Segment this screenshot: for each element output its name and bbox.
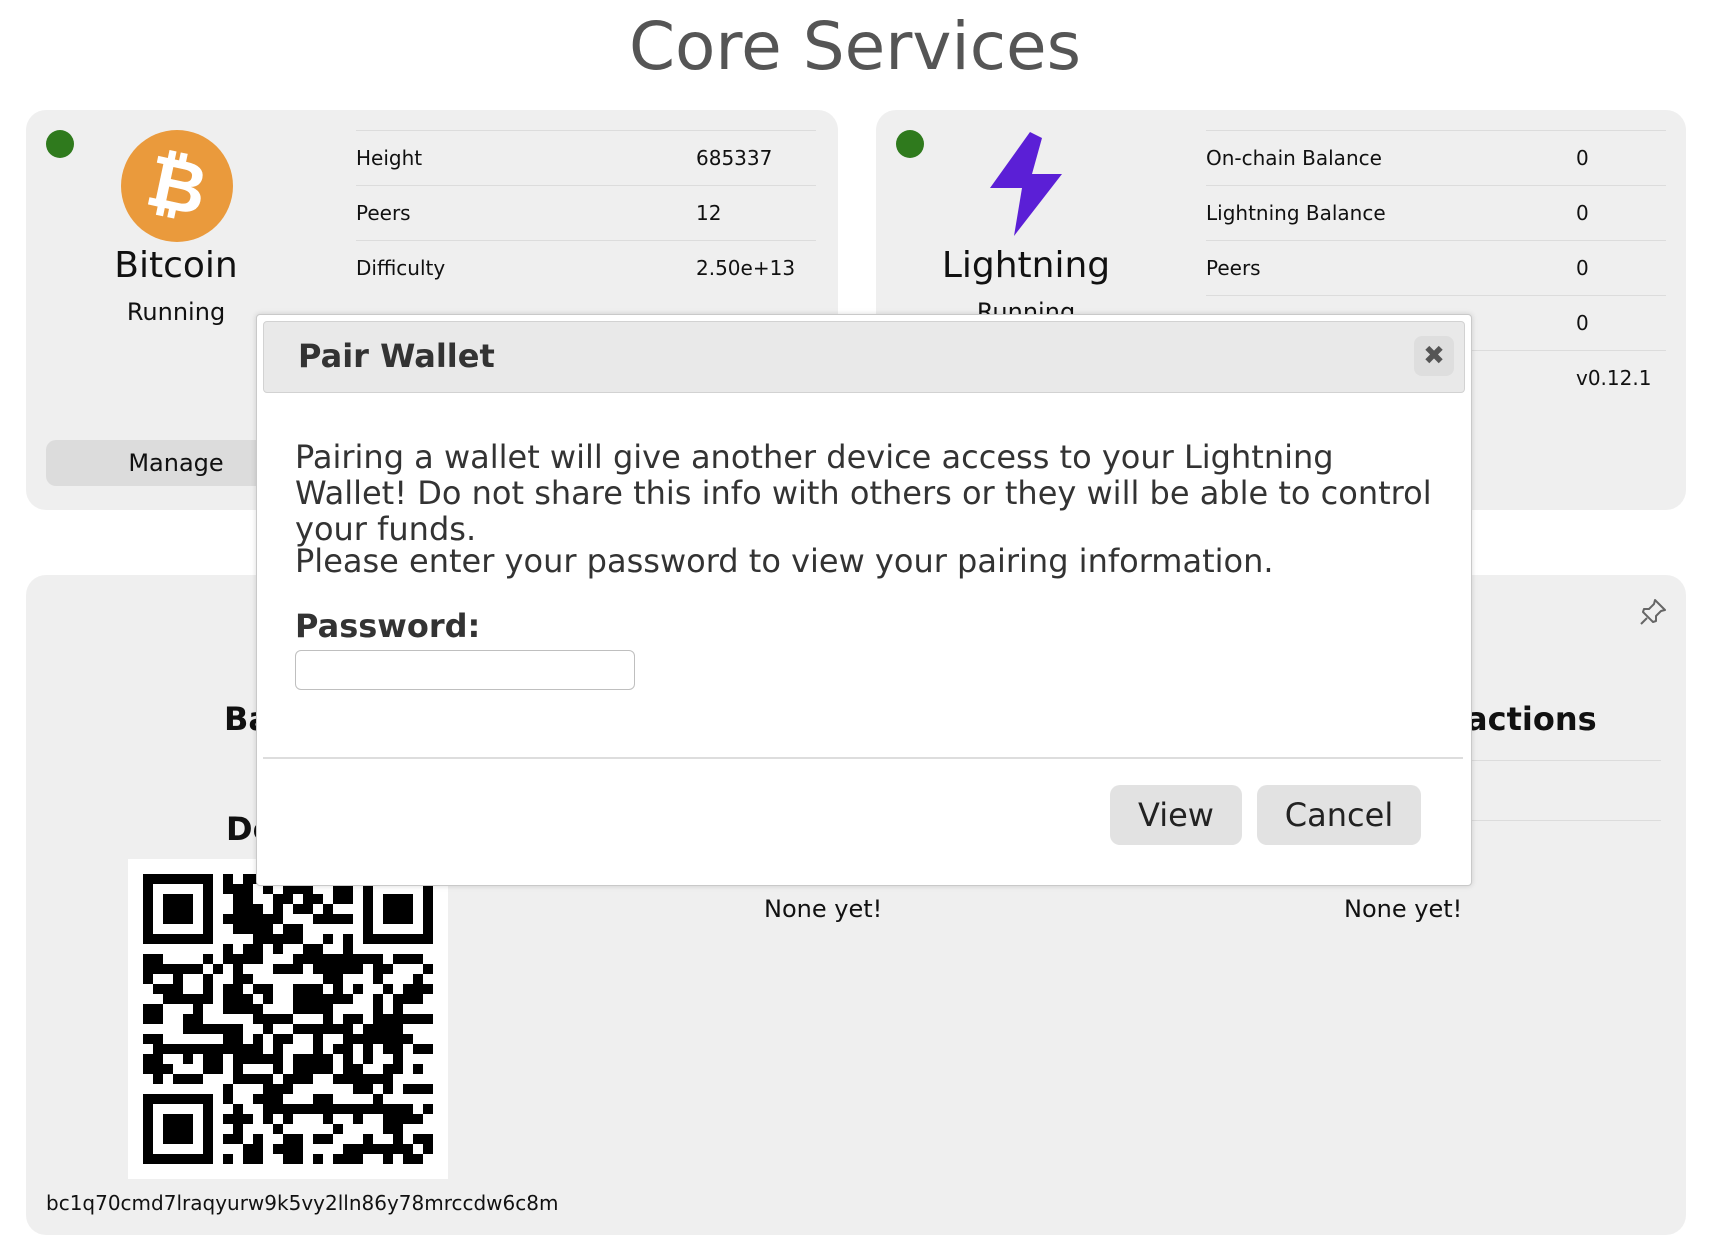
stat-value: 2.50e+13 [696, 240, 816, 295]
empty-state-text: None yet! [1344, 895, 1463, 923]
stat-label: On-chain Balance [1206, 130, 1576, 186]
stat-value: 0 [1576, 130, 1666, 186]
bitcoin-status-indicator [46, 130, 74, 158]
stat-label: Peers [1206, 240, 1576, 296]
bitcoin-name: Bitcoin [114, 245, 238, 286]
page-title: Core Services [628, 8, 1082, 85]
table-row: Difficulty 2.50e+13 [356, 240, 816, 295]
close-icon[interactable]: ✖ [1414, 336, 1454, 376]
stat-label: Peers [356, 185, 696, 241]
stat-label: Height [356, 130, 696, 186]
pair-wallet-modal: Pair Wallet ✖ Pairing a wallet will give… [256, 314, 1472, 886]
bitcoin-logo-icon: ₿ [121, 130, 233, 242]
table-row: Height 685337 [356, 130, 816, 186]
password-label: Password: [295, 607, 481, 645]
deposit-qr-code [128, 859, 448, 1179]
pin-icon[interactable] [1638, 597, 1668, 627]
stat-value: 12 [696, 185, 816, 241]
transactions-heading: actions [1466, 700, 1597, 738]
stat-value: 0 [1576, 240, 1666, 296]
lightning-name: Lightning [941, 245, 1111, 286]
modal-title: Pair Wallet [298, 337, 495, 375]
modal-header: Pair Wallet ✖ [263, 321, 1465, 393]
table-row: Peers 12 [356, 185, 816, 241]
bitcoin-stats-table: Height 685337 Peers 12 Difficulty 2.50e+… [356, 130, 816, 295]
table-row: Peers 0 [1206, 240, 1666, 296]
empty-state-text: None yet! [764, 895, 883, 923]
deposit-address[interactable]: bc1q70cmd7lraqyurw9k5vy2lln86y78mrccdw6c… [46, 1191, 558, 1215]
lightning-bolt-icon [990, 132, 1062, 236]
password-input[interactable] [295, 650, 635, 690]
stat-value: v0.12.1 [1576, 350, 1666, 405]
cancel-button[interactable]: Cancel [1257, 785, 1421, 845]
pairing-warning: Pairing a wallet will give another devic… [295, 438, 1432, 548]
divider [1446, 820, 1661, 821]
divider [1446, 760, 1661, 761]
stat-label: Difficulty [356, 240, 696, 295]
stat-value: 685337 [696, 130, 816, 186]
qr-code-image [143, 874, 433, 1164]
table-row: On-chain Balance 0 [1206, 130, 1666, 186]
bitcoin-status: Running [126, 298, 226, 326]
lightning-status-indicator [896, 130, 924, 158]
pairing-instruction: Please enter your password to view your … [295, 542, 1274, 580]
modal-divider [263, 757, 1463, 759]
view-button[interactable]: View [1110, 785, 1242, 845]
stat-label: Lightning Balance [1206, 185, 1576, 241]
stat-value: 0 [1576, 295, 1666, 351]
stat-value: 0 [1576, 185, 1666, 241]
table-row: Lightning Balance 0 [1206, 185, 1666, 241]
